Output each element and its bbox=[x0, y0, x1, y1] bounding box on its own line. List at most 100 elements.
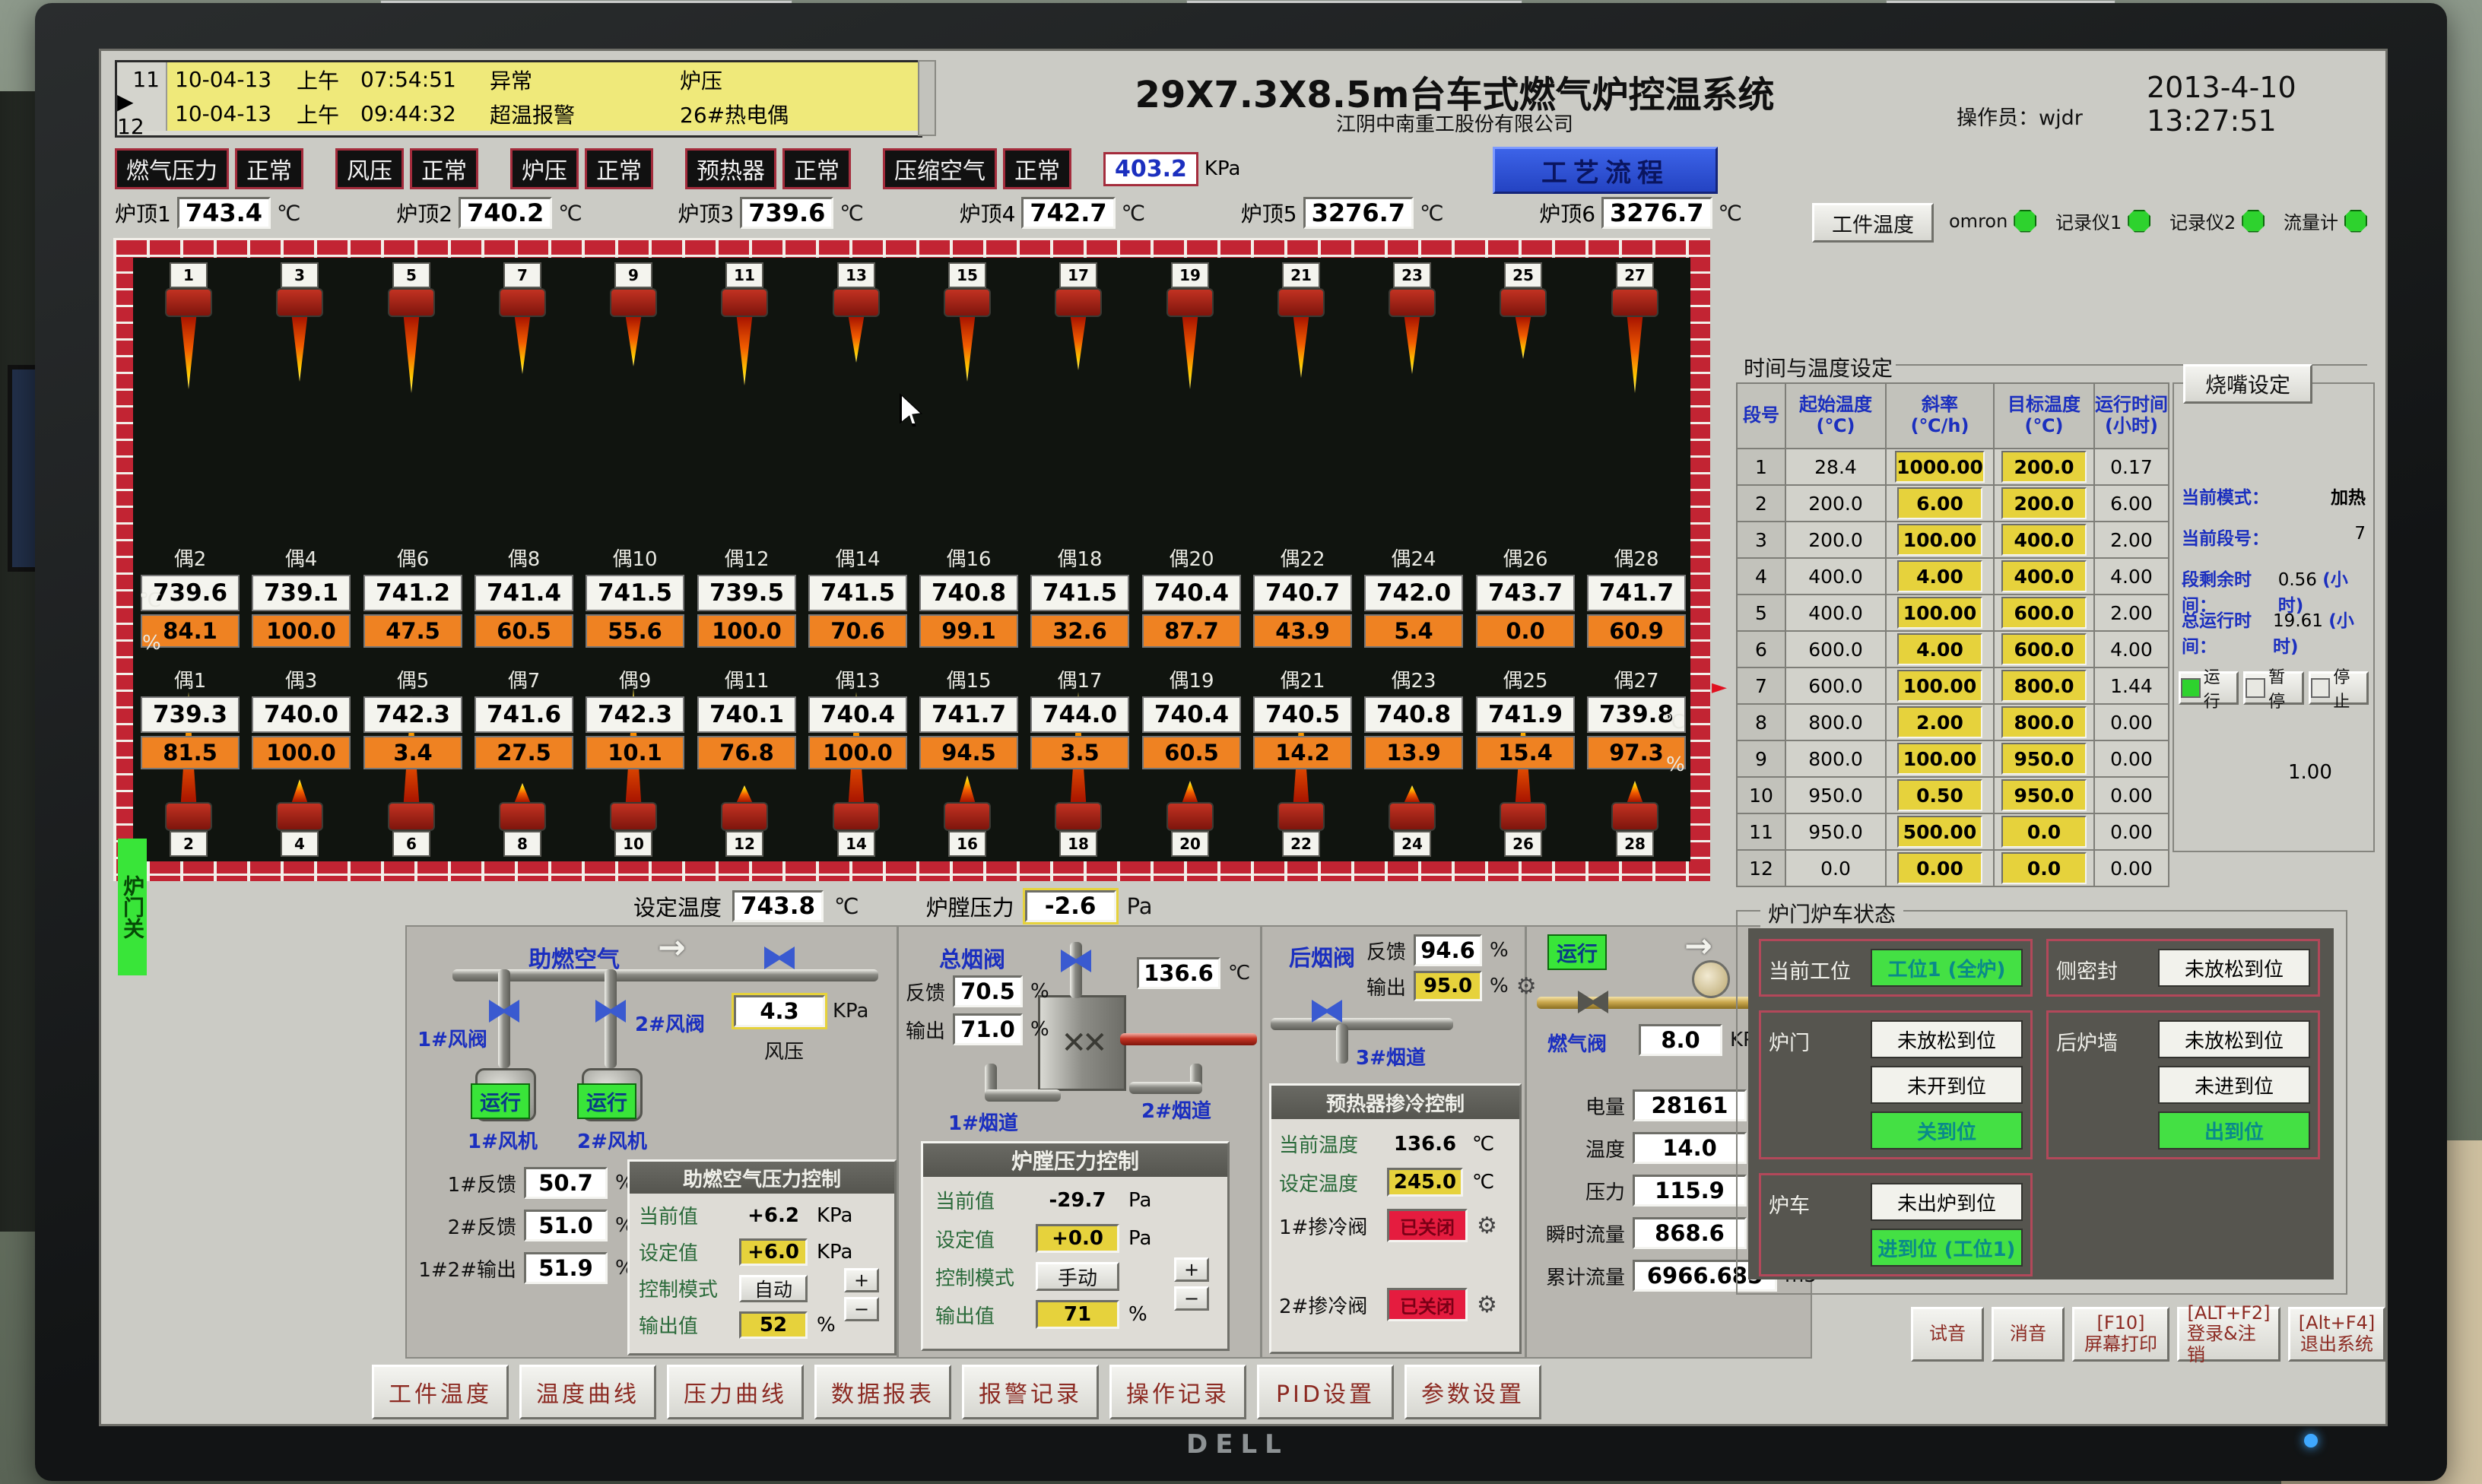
schedule-cell[interactable]: 6.00 bbox=[1886, 485, 1994, 522]
system-button[interactable]: [F10]屏幕打印 bbox=[2072, 1307, 2169, 1362]
air-pressure-unit: KPa bbox=[1204, 157, 1241, 180]
thermocouple-name: 偶6 bbox=[397, 544, 430, 572]
tab-数据报表[interactable]: 数据报表 bbox=[814, 1365, 951, 1419]
schedule-edit-value[interactable]: 100.00 bbox=[1897, 743, 1982, 775]
schedule-cell[interactable]: 200.0 bbox=[1994, 449, 2094, 485]
schedule-edit-value[interactable]: 2.00 bbox=[1897, 706, 1982, 738]
system-button[interactable]: 消音 bbox=[1992, 1307, 2065, 1362]
schedule-edit-value[interactable]: 950.0 bbox=[2001, 743, 2087, 775]
mode-button-停止[interactable]: 停止 bbox=[2309, 671, 2369, 705]
fl-out-value[interactable]: 71 bbox=[1036, 1300, 1119, 1329]
workpiece-temp-button[interactable]: 工件温度 bbox=[1812, 203, 1934, 243]
alarm-list[interactable]: 1110-04-13上午07:54:51异常炉压▶ 1210-04-13上午09… bbox=[115, 60, 922, 138]
ca-out-value[interactable]: 52 bbox=[739, 1311, 808, 1339]
thermocouple-readout: 偶21740.514.2 bbox=[1253, 665, 1352, 769]
tab-工件温度[interactable]: 工件温度 bbox=[372, 1365, 509, 1419]
mode-button-运行[interactable]: 运行 bbox=[2179, 671, 2239, 705]
air-main-valve-icon[interactable] bbox=[764, 947, 795, 969]
ca-set-value[interactable]: +6.0 bbox=[739, 1238, 808, 1266]
burner-number-plate: 2 bbox=[170, 831, 208, 857]
schedule-edit-value[interactable]: 600.0 bbox=[2001, 633, 2087, 665]
schedule-edit-value[interactable]: 0.50 bbox=[1897, 779, 1982, 811]
tab-温度曲线[interactable]: 温度曲线 bbox=[519, 1365, 656, 1419]
schedule-edit-value[interactable]: 0.0 bbox=[2001, 816, 2087, 848]
gas-measure-value: 115.9 bbox=[1633, 1175, 1747, 1207]
fl-mode-button[interactable]: 手动 bbox=[1036, 1262, 1119, 1291]
system-button[interactable]: 试音 bbox=[1911, 1307, 1984, 1362]
burner-setting-button[interactable]: 烧嘴设定 bbox=[2183, 364, 2312, 404]
process-flow-button[interactable]: 工艺流程 bbox=[1493, 147, 1718, 194]
mode-button-暂停[interactable]: 暂停 bbox=[2243, 671, 2303, 705]
schedule-cell[interactable]: 100.00 bbox=[1886, 595, 1994, 631]
green-lamp-icon bbox=[2014, 210, 2036, 233]
schedule-edit-value[interactable]: 100.00 bbox=[1897, 670, 1982, 702]
fl-increase-button[interactable]: + bbox=[1174, 1257, 1209, 1282]
schedule-edit-value[interactable]: 0.0 bbox=[2001, 852, 2087, 884]
schedule-cell[interactable]: 0.50 bbox=[1886, 777, 1994, 813]
ca-increase-button[interactable]: + bbox=[844, 1268, 879, 1292]
schedule-edit-value[interactable]: 100.00 bbox=[1897, 524, 1982, 556]
schedule-cell[interactable]: 0.0 bbox=[1994, 813, 2094, 850]
flue-stem-pipe bbox=[1070, 942, 1082, 998]
schedule-cell[interactable]: 100.00 bbox=[1886, 522, 1994, 558]
schedule-edit-value[interactable]: 800.0 bbox=[2001, 670, 2087, 702]
schedule-cell[interactable]: 100.00 bbox=[1886, 667, 1994, 704]
ca-mode-button[interactable]: 自动 bbox=[739, 1275, 808, 1302]
schedule-edit-value[interactable]: 400.0 bbox=[2001, 524, 2087, 556]
schedule-cell[interactable]: 800.0 bbox=[1994, 704, 2094, 740]
device-indicator: 流量计 bbox=[2284, 208, 2367, 234]
schedule-cell[interactable]: 950.0 bbox=[1994, 777, 2094, 813]
schedule-cell[interactable]: 800.0 bbox=[1994, 667, 2094, 704]
schedule-cell[interactable]: 4.00 bbox=[1886, 631, 1994, 667]
schedule-cell[interactable]: 100.00 bbox=[1886, 740, 1994, 777]
ph-valve2-gear-icon[interactable]: ⚙ bbox=[1477, 1292, 1497, 1318]
rear-output-value[interactable]: 95.0 bbox=[1414, 971, 1482, 1001]
ph-set-value[interactable]: 245.0 bbox=[1387, 1168, 1463, 1197]
schedule-cell[interactable]: 400.0 bbox=[1994, 522, 2094, 558]
gas-valve-icon[interactable] bbox=[1578, 991, 1608, 1013]
ph-valve1-gear-icon[interactable]: ⚙ bbox=[1477, 1213, 1497, 1239]
schedule-cell[interactable]: 2.00 bbox=[1886, 704, 1994, 740]
tab-报警记录[interactable]: 报警记录 bbox=[962, 1365, 1099, 1419]
schedule-edit-value[interactable]: 1000.00 bbox=[1895, 451, 1985, 483]
alarm-row[interactable]: 1110-04-13上午07:54:51异常炉压 bbox=[117, 62, 920, 97]
tab-压力曲线[interactable]: 压力曲线 bbox=[667, 1365, 804, 1419]
schedule-cell[interactable]: 600.0 bbox=[1994, 631, 2094, 667]
schedule-edit-value[interactable]: 6.00 bbox=[1897, 487, 1982, 519]
schedule-edit-value[interactable]: 100.00 bbox=[1897, 597, 1982, 629]
schedule-table[interactable]: 段号起始温度(℃)斜率(℃/h)目标温度(℃)运行时间(小时) 128.4100… bbox=[1736, 382, 2169, 887]
system-button[interactable]: [Alt+F4]退出系统 bbox=[2288, 1307, 2385, 1362]
schedule-edit-value[interactable]: 600.0 bbox=[2001, 597, 2087, 629]
schedule-cell[interactable]: 400.0 bbox=[1994, 558, 2094, 595]
schedule-cell[interactable]: 0.00 bbox=[1886, 850, 1994, 886]
schedule-edit-value[interactable]: 4.00 bbox=[1897, 633, 1982, 665]
thermocouple-temp: 740.5 bbox=[1253, 696, 1352, 733]
schedule-edit-value[interactable]: 950.0 bbox=[2001, 779, 2087, 811]
schedule-cell[interactable]: 1000.00 bbox=[1886, 449, 1994, 485]
schedule-cell[interactable]: 0.0 bbox=[1994, 850, 2094, 886]
tab-操作记录[interactable]: 操作记录 bbox=[1109, 1365, 1246, 1419]
schedule-edit-value[interactable]: 4.00 bbox=[1897, 560, 1982, 592]
fl-set-value[interactable]: +0.0 bbox=[1036, 1224, 1119, 1253]
tab-PID设置[interactable]: PID设置 bbox=[1257, 1365, 1394, 1419]
schedule-cell[interactable]: 4.00 bbox=[1886, 558, 1994, 595]
schedule-edit-value[interactable]: 0.00 bbox=[1897, 852, 1982, 884]
schedule-edit-value[interactable]: 200.0 bbox=[2001, 451, 2087, 483]
tab-参数设置[interactable]: 参数设置 bbox=[1404, 1365, 1541, 1419]
schedule-edit-value[interactable]: 200.0 bbox=[2001, 487, 2087, 519]
rear-output-gear-icon[interactable]: ⚙ bbox=[1516, 973, 1537, 1000]
schedule-cell[interactable]: 500.00 bbox=[1886, 813, 1994, 850]
schedule-edit-value[interactable]: 500.00 bbox=[1897, 816, 1982, 848]
schedule-cell[interactable]: 200.0 bbox=[1994, 485, 2094, 522]
alarm-scrollbar[interactable] bbox=[918, 60, 936, 136]
flame-icon bbox=[1067, 317, 1090, 370]
door-block-label: 炉车 bbox=[1769, 1183, 1860, 1219]
system-button[interactable]: [ALT+F2]登录&注销 bbox=[2177, 1307, 2280, 1362]
alarm-row[interactable]: ▶ 1210-04-13上午09:44:32超温报警26#热电偶 bbox=[117, 97, 920, 131]
schedule-cell[interactable]: 600.0 bbox=[1994, 595, 2094, 631]
fl-decrease-button[interactable]: − bbox=[1174, 1286, 1209, 1311]
schedule-edit-value[interactable]: 800.0 bbox=[2001, 706, 2087, 738]
ca-decrease-button[interactable]: − bbox=[844, 1297, 879, 1321]
schedule-cell[interactable]: 950.0 bbox=[1994, 740, 2094, 777]
schedule-edit-value[interactable]: 400.0 bbox=[2001, 560, 2087, 592]
